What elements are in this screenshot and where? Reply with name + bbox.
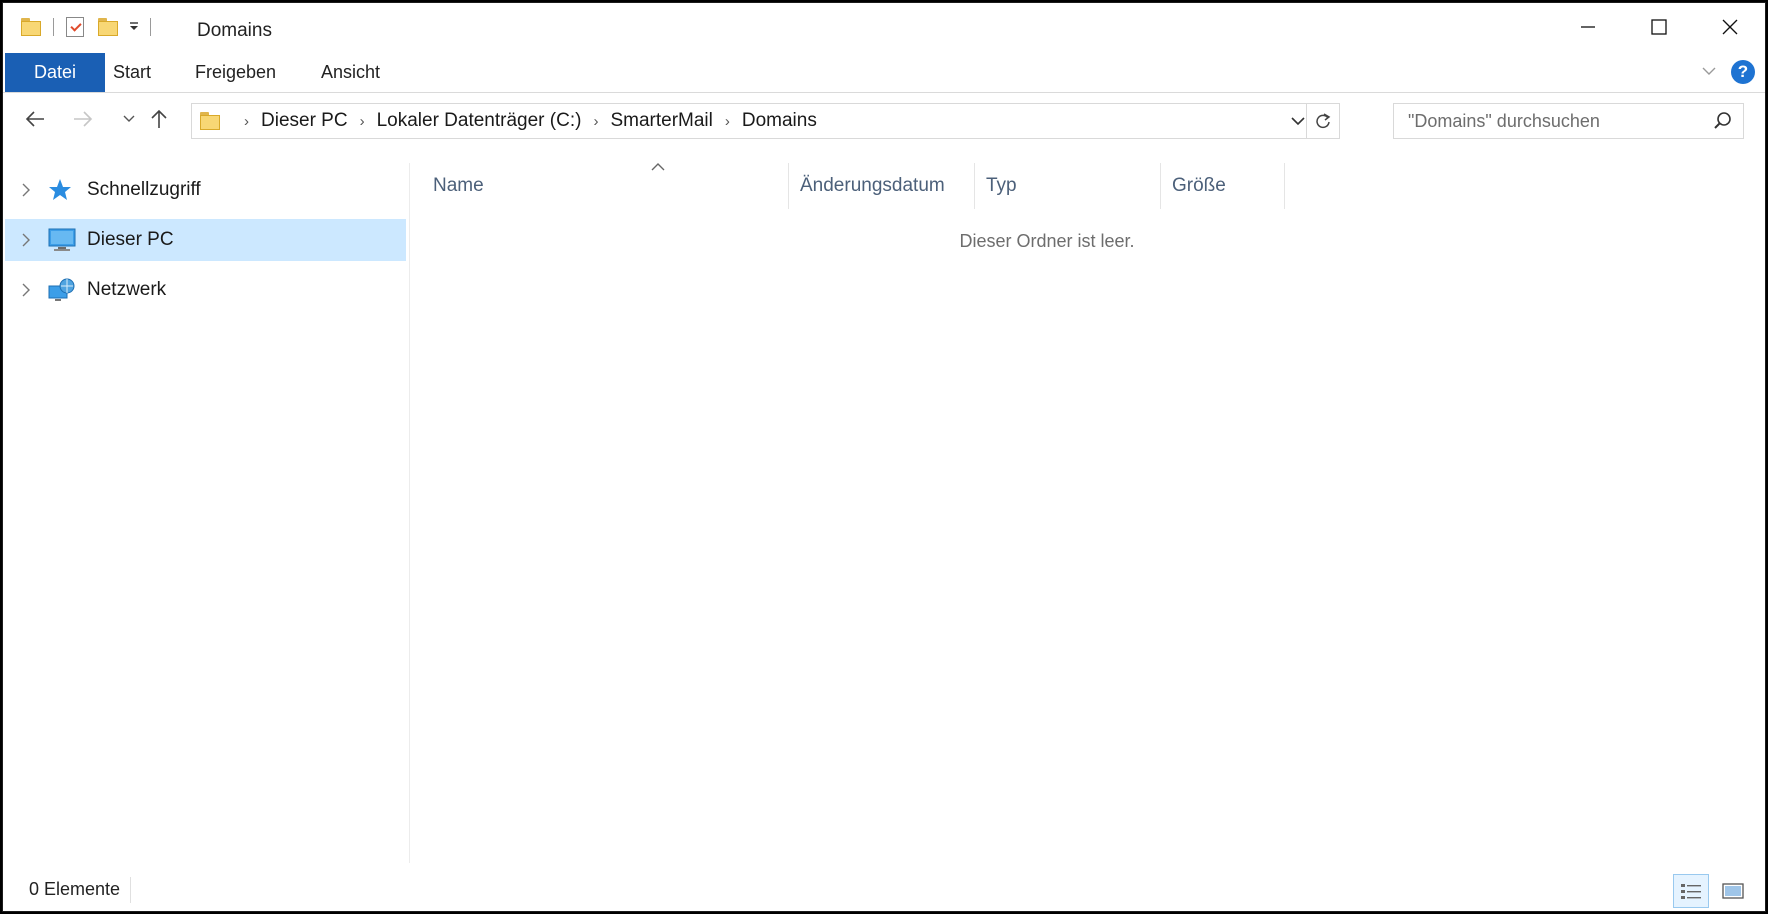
refresh-button[interactable] xyxy=(1306,104,1339,138)
breadcrumb: › Dieser PC › Lokaler Datenträger (C:) ›… xyxy=(232,104,817,138)
column-divider[interactable] xyxy=(974,163,975,209)
sidebar-item-label: Netzwerk xyxy=(87,279,167,300)
column-header-date[interactable]: Änderungsdatum xyxy=(800,163,945,209)
breadcrumb-separator-icon[interactable]: › xyxy=(593,113,598,130)
details-view-button[interactable] xyxy=(1673,874,1709,908)
up-button[interactable] xyxy=(147,99,171,139)
breadcrumb-item[interactable]: Dieser PC xyxy=(261,110,348,132)
sidebar-item-schnellzugriff[interactable]: Schnellzugriff xyxy=(5,169,406,211)
recent-locations-button[interactable] xyxy=(121,99,137,139)
maximize-button[interactable] xyxy=(1623,3,1694,51)
explorer-window: Domains Datei Start Freigeben Ansicht ? xyxy=(2,2,1766,912)
forward-button[interactable] xyxy=(69,99,97,139)
toolbar-separator xyxy=(53,18,54,36)
breadcrumb-separator-icon[interactable]: › xyxy=(725,113,730,130)
minimize-button[interactable] xyxy=(1552,3,1623,51)
large-icons-view-button[interactable] xyxy=(1715,874,1751,908)
breadcrumb-item[interactable]: SmarterMail xyxy=(610,110,712,132)
computer-icon xyxy=(47,227,79,253)
up-arrow-icon xyxy=(151,109,167,128)
window-title: Domains xyxy=(197,20,272,41)
column-divider[interactable] xyxy=(1160,163,1161,209)
refresh-icon xyxy=(1316,113,1331,129)
column-header-name[interactable]: Name xyxy=(433,163,484,209)
details-view-icon xyxy=(1681,884,1701,899)
window-controls xyxy=(1552,3,1765,51)
customize-toolbar-dropdown-icon[interactable] xyxy=(128,20,140,35)
tab-datei[interactable]: Datei xyxy=(5,53,105,92)
column-header-size[interactable]: Größe xyxy=(1172,163,1226,209)
address-history-dropdown-icon[interactable] xyxy=(1291,104,1305,138)
status-separator xyxy=(130,877,131,903)
navigation-bar: › Dieser PC › Lokaler Datenträger (C:) ›… xyxy=(3,99,1765,143)
navigation-pane: Schnellzugriff Dieser PC Netzwerk xyxy=(3,163,410,863)
toolbar-separator xyxy=(150,18,151,36)
back-button[interactable] xyxy=(21,99,49,139)
back-arrow-icon xyxy=(25,111,44,127)
column-divider[interactable] xyxy=(788,163,789,209)
large-icons-view-icon xyxy=(1722,883,1744,899)
search-box[interactable] xyxy=(1393,103,1744,139)
sidebar-item-label: Schnellzugriff xyxy=(87,179,201,200)
sidebar-item-label: Dieser PC xyxy=(87,229,174,250)
breadcrumb-separator-icon[interactable]: › xyxy=(244,113,249,130)
close-button[interactable] xyxy=(1694,3,1765,51)
title-bar: Domains xyxy=(3,3,1765,51)
chevron-down-icon xyxy=(123,115,135,122)
tab-start[interactable]: Start xyxy=(113,53,151,92)
maximize-icon xyxy=(1650,19,1667,35)
sidebar-item-dieser-pc[interactable]: Dieser PC xyxy=(5,219,406,261)
empty-folder-message: Dieser Ordner ist leer. xyxy=(959,231,1135,251)
search-icon[interactable] xyxy=(1713,111,1733,136)
item-count: 0 Elemente xyxy=(29,879,121,899)
sort-ascending-icon xyxy=(651,159,665,177)
expand-chevron-icon[interactable] xyxy=(9,233,43,247)
expand-ribbon-chevron-icon[interactable] xyxy=(1701,63,1717,81)
expand-chevron-icon[interactable] xyxy=(9,283,43,297)
folder-icon xyxy=(200,112,220,130)
star-icon xyxy=(47,177,79,203)
network-icon xyxy=(47,277,79,303)
tab-freigeben[interactable]: Freigeben xyxy=(195,53,276,92)
ribbon-tabs: Datei Start Freigeben Ansicht ? xyxy=(3,53,1765,93)
help-icon[interactable]: ? xyxy=(1731,60,1755,84)
search-input[interactable] xyxy=(1394,104,1708,138)
breadcrumb-item[interactable]: Domains xyxy=(742,110,817,132)
quick-access-toolbar xyxy=(21,15,163,39)
view-switcher xyxy=(1673,874,1751,908)
new-folder-icon[interactable] xyxy=(98,18,118,36)
breadcrumb-item[interactable]: Lokaler Datenträger (C:) xyxy=(377,110,582,132)
status-bar: 0 Elemente xyxy=(3,869,1765,911)
properties-icon[interactable] xyxy=(66,17,84,37)
breadcrumb-separator-icon[interactable]: › xyxy=(360,113,365,130)
forward-arrow-icon xyxy=(74,111,93,127)
minimize-icon xyxy=(1580,26,1595,28)
sidebar-item-netzwerk[interactable]: Netzwerk xyxy=(5,269,406,311)
tab-ansicht[interactable]: Ansicht xyxy=(321,53,380,92)
folder-icon xyxy=(21,18,41,36)
expand-chevron-icon[interactable] xyxy=(9,183,43,197)
column-header-type[interactable]: Typ xyxy=(986,163,1017,209)
close-icon xyxy=(1722,19,1737,35)
address-bar[interactable]: › Dieser PC › Lokaler Datenträger (C:) ›… xyxy=(191,103,1340,139)
file-list: Name Änderungsdatum Typ Größe Dieser Ord… xyxy=(411,163,1765,863)
column-divider[interactable] xyxy=(1284,163,1285,209)
ribbon-right-controls: ? xyxy=(1701,60,1755,84)
